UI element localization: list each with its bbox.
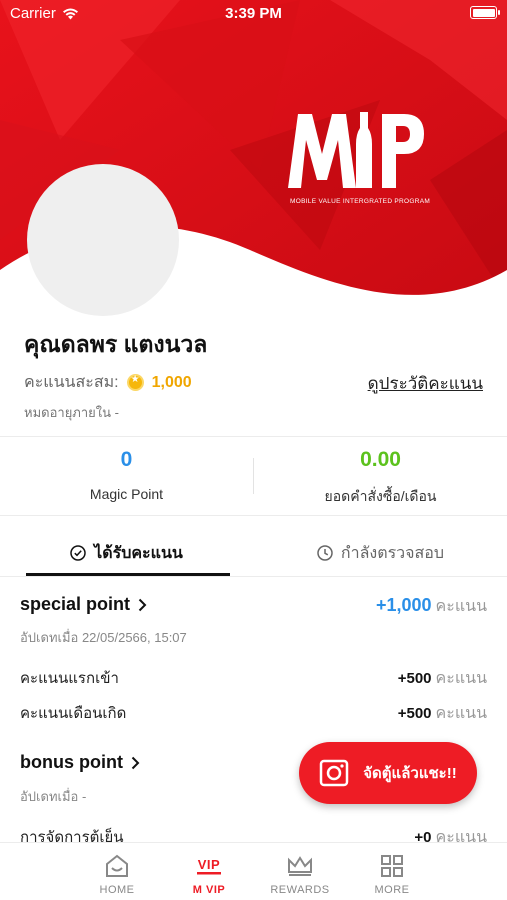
divider bbox=[0, 576, 507, 577]
battery-icon bbox=[470, 6, 500, 19]
row-label: คะแนนแรกเข้า bbox=[20, 670, 119, 687]
tab-label: กำลังตรวจสอบ bbox=[340, 544, 445, 562]
status-bar: Carrier 3:39 PM bbox=[0, 0, 507, 30]
expire-text: หมดอายุภายใน - bbox=[24, 405, 119, 420]
points-value: 1,000 bbox=[151, 373, 192, 391]
nav-home[interactable]: HOME bbox=[77, 851, 157, 896]
snap-fridge-button[interactable]: จัดตู้แล้วแชะ!! bbox=[299, 742, 477, 804]
tab-pending-review[interactable]: กำลังตรวจสอบ bbox=[254, 530, 507, 576]
svg-text:VIP: VIP bbox=[198, 857, 220, 872]
special-point-updated: อัปเดทเมื่อ 22/05/2566, 15:07 bbox=[20, 630, 187, 645]
row-label: คะแนนเดือนเกิด bbox=[20, 705, 127, 722]
nav-label: M VIP bbox=[192, 884, 226, 896]
tab-label: ได้รับคะแนน bbox=[94, 544, 183, 562]
nav-label: REWARDS bbox=[270, 884, 330, 896]
divider bbox=[0, 515, 507, 516]
fab-label: จัดตู้แล้วแชะ!! bbox=[363, 765, 457, 782]
magic-point-value: 0 bbox=[120, 448, 133, 471]
unit-label: คะแนน bbox=[435, 705, 487, 722]
accumulated-points: คะแนนสะสม: 1,000 bbox=[24, 370, 192, 395]
bonus-point-updated: อัปเดทเมื่อ - bbox=[20, 789, 87, 804]
grid-icon bbox=[381, 855, 403, 877]
nav-label: MORE bbox=[374, 884, 410, 896]
brand-tagline: MOBILE VALUE INTERGRATED PROGRAM bbox=[290, 198, 431, 205]
check-circle-icon bbox=[70, 545, 86, 561]
clock: 3:39 PM bbox=[225, 5, 282, 22]
points-label: คะแนนสะสม: bbox=[24, 374, 119, 391]
chevron-right-icon bbox=[138, 598, 147, 611]
nav-m-vip[interactable]: VIP M VIP bbox=[169, 851, 249, 896]
magic-point-stat: 0 Magic Point bbox=[0, 448, 253, 502]
row-value-number: +500 bbox=[397, 705, 432, 722]
nav-more[interactable]: MORE bbox=[352, 851, 432, 896]
total-value: +1,000 bbox=[375, 595, 432, 615]
points-history-link[interactable]: ดูประวัติคะแนน bbox=[368, 370, 483, 397]
mvp-logo bbox=[288, 112, 424, 188]
crown-icon bbox=[288, 856, 312, 876]
monthly-order-stat: 0.00 ยอดคำสั่งซื้อ/เดือน bbox=[254, 448, 507, 508]
camera-icon bbox=[320, 759, 349, 787]
coin-icon bbox=[126, 374, 144, 391]
monthly-order-label: ยอดคำสั่งซื้อ/เดือน bbox=[324, 488, 437, 504]
section-title-text: bonus point bbox=[20, 752, 123, 772]
unit-label: คะแนน bbox=[435, 670, 487, 687]
home-icon bbox=[106, 854, 128, 877]
bonus-point-title[interactable]: bonus point bbox=[20, 752, 140, 773]
nav-label: HOME bbox=[99, 884, 135, 896]
clock-icon bbox=[317, 545, 333, 561]
chevron-right-icon bbox=[131, 756, 140, 769]
magic-point-label: Magic Point bbox=[89, 486, 164, 502]
tab-received-points[interactable]: ได้รับคะแนน bbox=[0, 530, 253, 576]
vip-icon: VIP bbox=[197, 857, 221, 875]
special-point-total: +1,000 คะแนน bbox=[376, 594, 487, 619]
row-value: +500 คะแนน bbox=[398, 666, 487, 691]
divider bbox=[0, 436, 507, 437]
member-name: คุณดลพร แตงนวล bbox=[24, 331, 208, 357]
special-point-title[interactable]: special point bbox=[20, 594, 147, 615]
row-value: +500 คะแนน bbox=[398, 701, 487, 726]
section-title-text: special point bbox=[20, 594, 131, 614]
unit-label: คะแนน bbox=[435, 598, 487, 615]
nav-rewards[interactable]: REWARDS bbox=[260, 851, 340, 896]
monthly-order-value: 0.00 bbox=[360, 448, 401, 471]
row-value-number: +500 bbox=[397, 670, 432, 687]
bottom-navigation: HOME VIP M VIP REWARDS MORE bbox=[0, 842, 507, 900]
hero-banner: Carrier 3:39 PM MOBILE VALUE INTERGRATED… bbox=[0, 0, 507, 330]
